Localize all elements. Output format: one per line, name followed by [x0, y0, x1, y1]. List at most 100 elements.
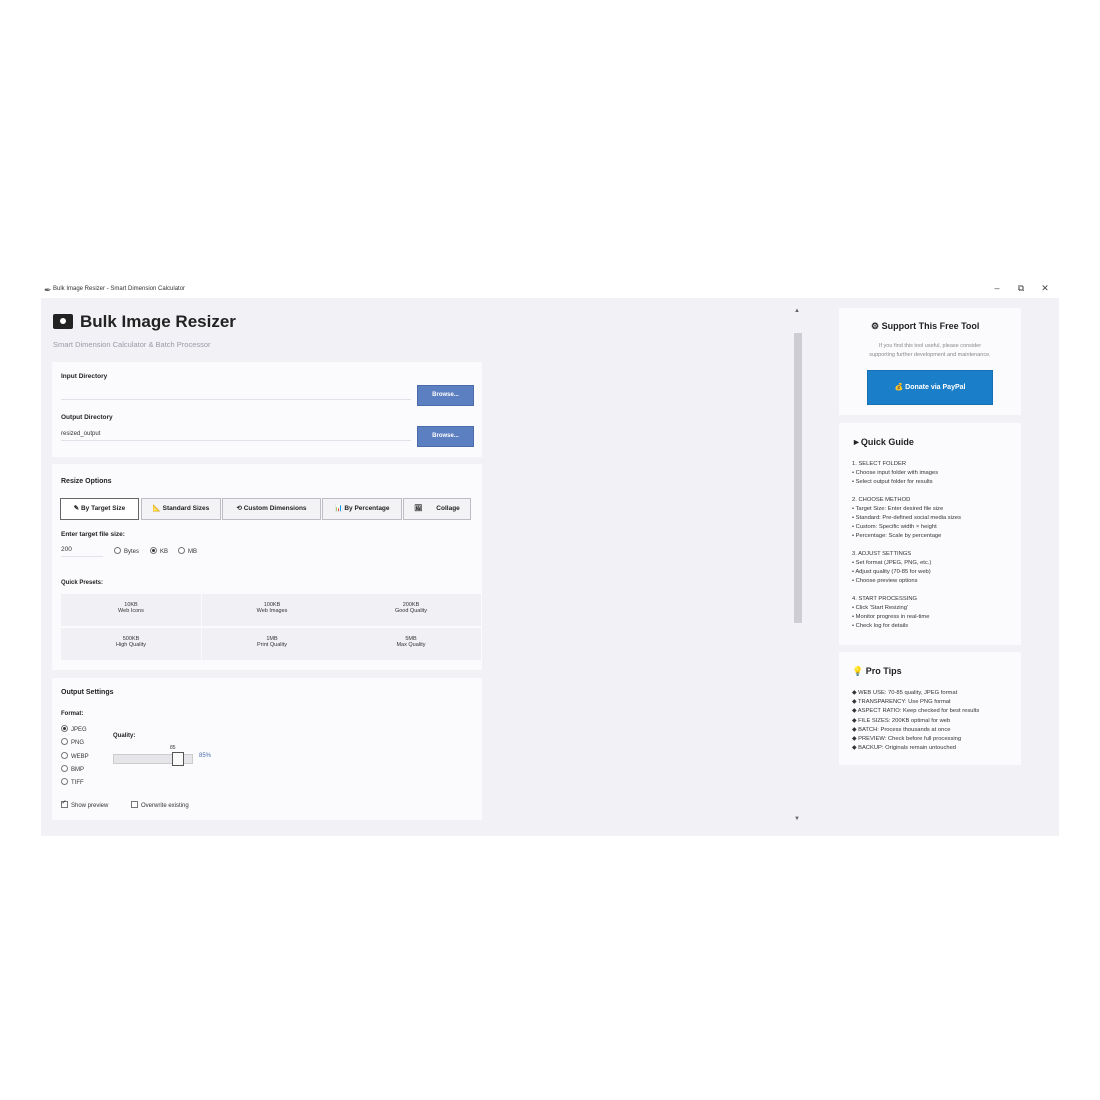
preset-desc: High Quality: [116, 642, 146, 648]
tip-text: TRANSPARENCY: Use PNG format: [857, 699, 951, 706]
format-label-text: WEBP: [71, 754, 89, 760]
radio-icon: [61, 778, 68, 785]
tip-line: ◆ BACKUP: Originals remain untouched: [852, 745, 956, 751]
tab-by-percentage[interactable]: 📊 By Percentage: [322, 498, 402, 520]
quality-slider-track[interactable]: [113, 752, 193, 766]
overwrite-label: Overwrite existing: [141, 803, 189, 809]
app-window: ✒ Bulk Image Resizer - Smart Dimension C…: [41, 282, 1059, 836]
restore-button[interactable]: ⧉: [1011, 283, 1031, 294]
tab-label: Custom Dimensions: [243, 505, 307, 512]
guide-line: 1. SELECT FOLDER: [852, 461, 907, 467]
scroll-down-arrow-icon[interactable]: ▼: [794, 816, 800, 822]
checkbox-icon: [131, 801, 138, 808]
donate-label: Donate via PayPal: [905, 384, 966, 391]
output-settings-title: Output Settings: [61, 689, 114, 696]
quality-label: Quality:: [113, 733, 136, 739]
radio-icon: [150, 547, 157, 554]
donate-paypal-button[interactable]: 💰 Donate via PayPal: [867, 370, 993, 405]
app-title: Bulk Image Resizer: [80, 312, 236, 331]
format-label: Format:: [61, 711, 84, 717]
tab-target-size[interactable]: ✎ By Target Size: [60, 498, 139, 520]
close-button[interactable]: ✕: [1035, 283, 1055, 294]
camera-icon: [53, 314, 73, 329]
guide-line: • Target Size: Enter desired file size: [852, 506, 944, 512]
quick-presets-label: Quick Presets:: [61, 580, 104, 586]
guide-line: • Standard: Pre-defined social media siz…: [852, 515, 962, 521]
target-size-input[interactable]: 200: [61, 543, 103, 557]
app-header: Bulk Image Resizer: [53, 312, 236, 332]
radio-icon: [61, 752, 68, 759]
unit-kb-radio[interactable]: KB: [150, 547, 168, 555]
resize-options-card: Resize Options ✎ By Target Size 📐 Standa…: [52, 464, 482, 670]
unit-mb-radio[interactable]: MB: [178, 547, 197, 555]
ruler-icon: 📐: [152, 505, 161, 512]
preset-desc: Good Quality: [394, 608, 428, 614]
preset-desc: Print Quality: [257, 642, 287, 648]
radio-icon: [61, 765, 68, 772]
guide-line: • Click 'Start Resizing': [852, 605, 909, 611]
format-label-text: BMP: [71, 767, 85, 773]
output-browse-button[interactable]: Browse...: [417, 426, 474, 447]
tab-standard-sizes[interactable]: 📐 Standard Sizes: [141, 498, 221, 520]
radio-icon: [114, 547, 121, 554]
arrow-icon: ►: [852, 437, 861, 447]
format-webp-radio[interactable]: WEBP: [61, 752, 89, 760]
input-browse-button[interactable]: Browse...: [417, 385, 474, 406]
tab-label: By Target Size: [80, 505, 126, 512]
feather-icon: ✒: [44, 285, 52, 295]
unit-label: MB: [188, 549, 197, 555]
preset-desc: Max Quality: [396, 642, 426, 648]
format-tiff-radio[interactable]: TIFF: [61, 778, 84, 786]
pro-tips-title-row: 💡 Pro Tips: [852, 666, 902, 677]
quality-slider-thumb[interactable]: [172, 752, 185, 766]
format-bmp-radio[interactable]: BMP: [61, 765, 84, 773]
directory-card: Input Directory Browse... Output Directo…: [52, 362, 482, 457]
minimize-button[interactable]: –: [987, 283, 1007, 293]
tab-collage[interactable]: 🖼 Collage: [403, 498, 471, 520]
guide-line: • Adjust quality (70-85 for web): [852, 569, 931, 575]
tip-line: ◆ PREVIEW: Check before full processing: [852, 736, 961, 742]
preset-200kb[interactable]: 200KB Good Quality: [341, 594, 481, 626]
radio-icon: [178, 547, 185, 554]
output-settings-card: Output Settings Format: JPEG PNG WEBP BM…: [52, 678, 482, 820]
pro-tips-title: Pro Tips: [865, 666, 902, 676]
input-directory-label: Input Directory: [61, 373, 108, 380]
target-size-label: Enter target file size:: [61, 531, 125, 538]
quick-guide-title-row: ►Quick Guide: [852, 437, 914, 447]
custom-icon: ⟲: [236, 505, 242, 512]
output-directory-field[interactable]: resized_output: [61, 427, 411, 441]
tip-line: ◆ FILE SIZES: 200KB optimal for web: [852, 718, 950, 724]
tip-text: WEB USE: 70-85 quality, JPEG format: [858, 690, 958, 696]
preset-desc: Web Images: [256, 608, 288, 614]
input-directory-field[interactable]: [61, 386, 411, 400]
format-label-text: PNG: [71, 740, 85, 746]
show-preview-label: Show preview: [71, 803, 109, 809]
preset-5mb[interactable]: 5MB Max Quality: [341, 628, 481, 660]
tip-line: ◆ TRANSPARENCY: Use PNG format: [852, 699, 951, 705]
tip-text: ASPECT RATIO: Keep checked for best resu…: [857, 708, 980, 715]
tab-label: Collage: [436, 505, 460, 512]
scroll-up-arrow-icon[interactable]: ▲: [794, 308, 800, 314]
quick-guide-card: ►Quick Guide 1. SELECT FOLDER • Choose in…: [839, 423, 1021, 645]
format-png-radio[interactable]: PNG: [61, 738, 84, 746]
overwrite-checkbox[interactable]: Overwrite existing: [131, 801, 189, 809]
tip-text: BATCH: Process thousands at once: [858, 726, 951, 733]
tip-text: FILE SIZES: 200KB optimal for web: [858, 717, 951, 724]
format-jpeg-radio[interactable]: JPEG: [61, 725, 87, 733]
guide-line: • Select output folder for results: [852, 479, 933, 485]
show-preview-checkbox[interactable]: Show preview: [61, 799, 109, 809]
preset-10kb[interactable]: 10KB Web Icons: [61, 594, 201, 626]
unit-label: Bytes: [124, 549, 140, 555]
tab-label: By Percentage: [344, 505, 390, 512]
resize-options-title: Resize Options: [61, 478, 112, 485]
unit-bytes-radio[interactable]: Bytes: [114, 547, 139, 555]
preset-500kb[interactable]: 500KB High Quality: [61, 628, 201, 660]
radio-icon: [61, 738, 68, 745]
unit-label: KB: [160, 549, 169, 555]
gear-icon: ⚙: [871, 321, 880, 331]
scrollbar-thumb[interactable]: [794, 333, 802, 623]
tab-custom-dimensions[interactable]: ⟲ Custom Dimensions: [222, 498, 321, 520]
quick-guide-title: Quick Guide: [860, 437, 914, 447]
preset-100kb[interactable]: 100KB Web Images: [202, 594, 342, 626]
preset-1mb[interactable]: 1MB Print Quality: [202, 628, 342, 660]
